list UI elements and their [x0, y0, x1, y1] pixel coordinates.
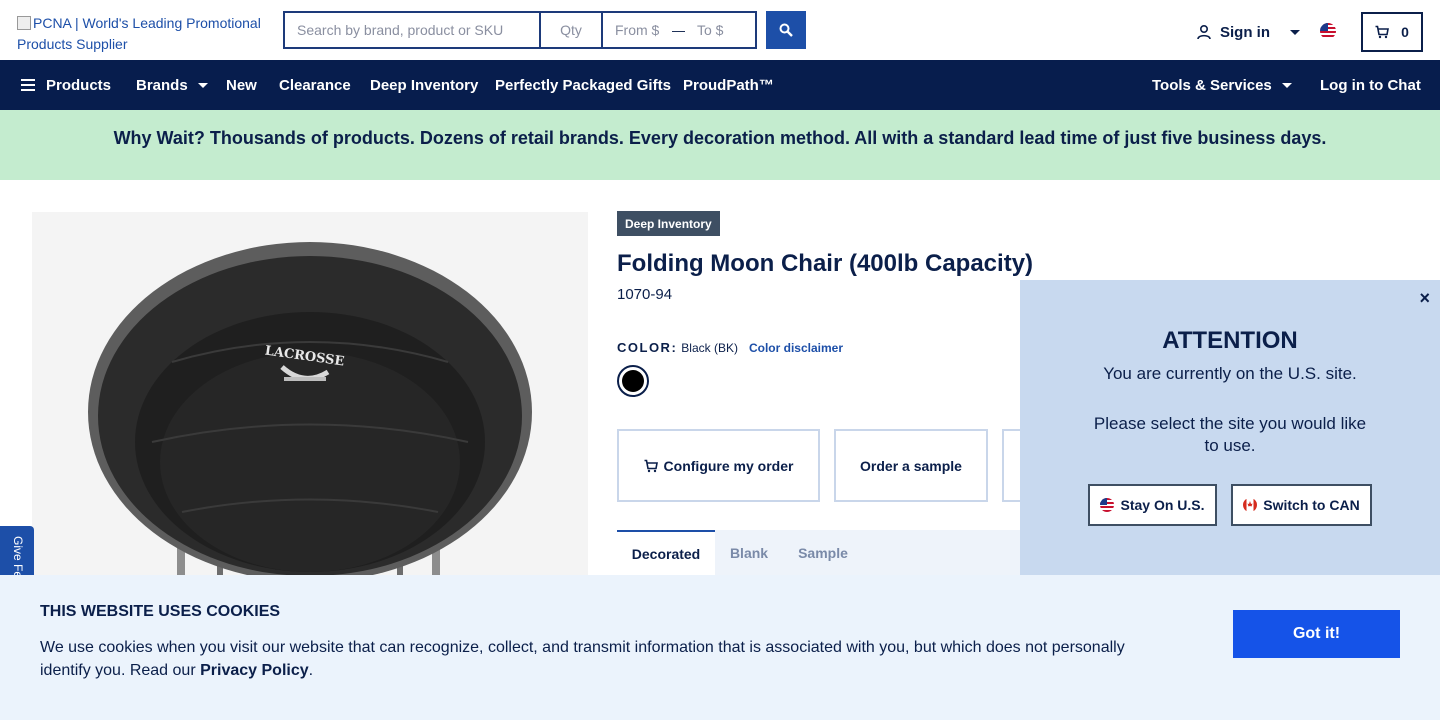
- color-value: Black (BK): [681, 341, 738, 355]
- tab-sample[interactable]: Sample: [790, 530, 856, 575]
- attention-line-2: Please select the site you would like to…: [1093, 414, 1367, 455]
- nav-brands-label: Brands: [136, 76, 188, 94]
- top-header: PCNA | World's Leading Promotional Produ…: [0, 0, 1440, 60]
- search-icon: [779, 23, 793, 37]
- hamburger-icon: [21, 79, 35, 91]
- sign-in-menu[interactable]: Sign in: [1196, 20, 1300, 44]
- nav-brands[interactable]: Brands: [136, 60, 208, 110]
- color-key: COLOR:: [617, 340, 678, 355]
- cookie-message: We use cookies when you visit our websit…: [40, 636, 1150, 682]
- price-range-dash: —: [672, 22, 686, 38]
- us-flag-icon: [1100, 498, 1115, 512]
- product-sku: 1070-94: [617, 286, 673, 303]
- promo-banner-text: Why Wait? Thousands of products. Dozens …: [113, 127, 1327, 148]
- switch-can-label: Switch to CAN: [1263, 497, 1360, 513]
- product-title: Folding Moon Chair (400lb Capacity): [617, 250, 1034, 277]
- nav-gifts[interactable]: Perfectly Packaged Gifts: [495, 60, 671, 110]
- color-swatch-black[interactable]: [617, 365, 649, 397]
- attention-title: ATTENTION: [1162, 327, 1298, 354]
- nav-products[interactable]: Products: [21, 60, 111, 110]
- stay-us-button[interactable]: Stay On U.S.: [1088, 484, 1217, 526]
- chevron-down-icon: [197, 82, 208, 88]
- order-sample-button[interactable]: Order a sample: [834, 429, 988, 502]
- cookie-end: .: [308, 662, 314, 679]
- tab-blank[interactable]: Blank: [719, 530, 779, 575]
- site-selection-modal: × ATTENTION You are currently on the U.S…: [1020, 280, 1440, 575]
- configure-order-label: Configure my order: [663, 457, 794, 474]
- price-to-input[interactable]: [685, 13, 755, 47]
- logo-alt-text: PCNA | World's Leading Promotional Produ…: [17, 15, 261, 52]
- moon-chair-illustration: LACROSSE: [88, 242, 532, 582]
- tab-decorated[interactable]: Decorated: [617, 530, 715, 575]
- chevron-down-icon: [1290, 29, 1300, 35]
- search-button[interactable]: [766, 11, 806, 49]
- nav-tools-label: Tools & Services: [1152, 76, 1272, 94]
- us-flag-icon[interactable]: [1320, 23, 1336, 39]
- deep-inventory-badge: Deep Inventory: [617, 211, 720, 236]
- sign-in-label: Sign in: [1220, 23, 1270, 41]
- color-selector-label: COLOR: Black (BK) Color disclaimer: [617, 340, 843, 355]
- chevron-down-icon: [1281, 82, 1292, 88]
- configure-order-button[interactable]: Configure my order: [617, 429, 820, 502]
- switch-can-button[interactable]: Switch to CAN: [1231, 484, 1372, 526]
- promo-banner: Why Wait? Thousands of products. Dozens …: [0, 110, 1440, 180]
- canada-flag-icon: [1243, 498, 1258, 512]
- site-logo[interactable]: PCNA | World's Leading Promotional Produ…: [17, 13, 272, 55]
- attention-line-1: You are currently on the U.S. site.: [1103, 364, 1357, 383]
- nav-chat-login[interactable]: Log in to Chat: [1320, 60, 1421, 110]
- search-form: —: [283, 11, 757, 49]
- broken-image-icon: [17, 16, 31, 30]
- accept-cookies-button[interactable]: Got it!: [1233, 610, 1400, 658]
- cart-button[interactable]: 0: [1361, 12, 1423, 52]
- nav-products-label: Products: [46, 76, 112, 94]
- nav-proudpath[interactable]: ProudPath™: [683, 60, 774, 110]
- color-disclaimer-link[interactable]: Color disclaimer: [749, 341, 843, 355]
- search-input[interactable]: [285, 13, 541, 47]
- user-icon: [1197, 24, 1211, 40]
- cookie-banner: THIS WEBSITE USES COOKIES We use cookies…: [0, 575, 1440, 720]
- cart-icon: [644, 459, 658, 472]
- cookie-title: THIS WEBSITE USES COOKIES: [40, 603, 281, 620]
- main-nav: Products Brands New Clearance Deep Inven…: [0, 60, 1440, 110]
- cart-count: 0: [1401, 24, 1409, 40]
- nav-deep-inventory[interactable]: Deep Inventory: [370, 60, 478, 110]
- cart-icon: [1375, 25, 1390, 39]
- swatch-fill: [622, 370, 644, 392]
- close-icon[interactable]: ×: [1419, 288, 1430, 309]
- privacy-policy-link[interactable]: Privacy Policy: [200, 662, 309, 679]
- qty-input[interactable]: [541, 13, 603, 47]
- nav-new[interactable]: New: [226, 60, 257, 110]
- nav-clearance[interactable]: Clearance: [279, 60, 351, 110]
- nav-tools-services[interactable]: Tools & Services: [1152, 60, 1292, 110]
- price-from-input[interactable]: [603, 13, 673, 47]
- product-image[interactable]: LACROSSE: [32, 212, 588, 582]
- stay-us-label: Stay On U.S.: [1120, 497, 1205, 513]
